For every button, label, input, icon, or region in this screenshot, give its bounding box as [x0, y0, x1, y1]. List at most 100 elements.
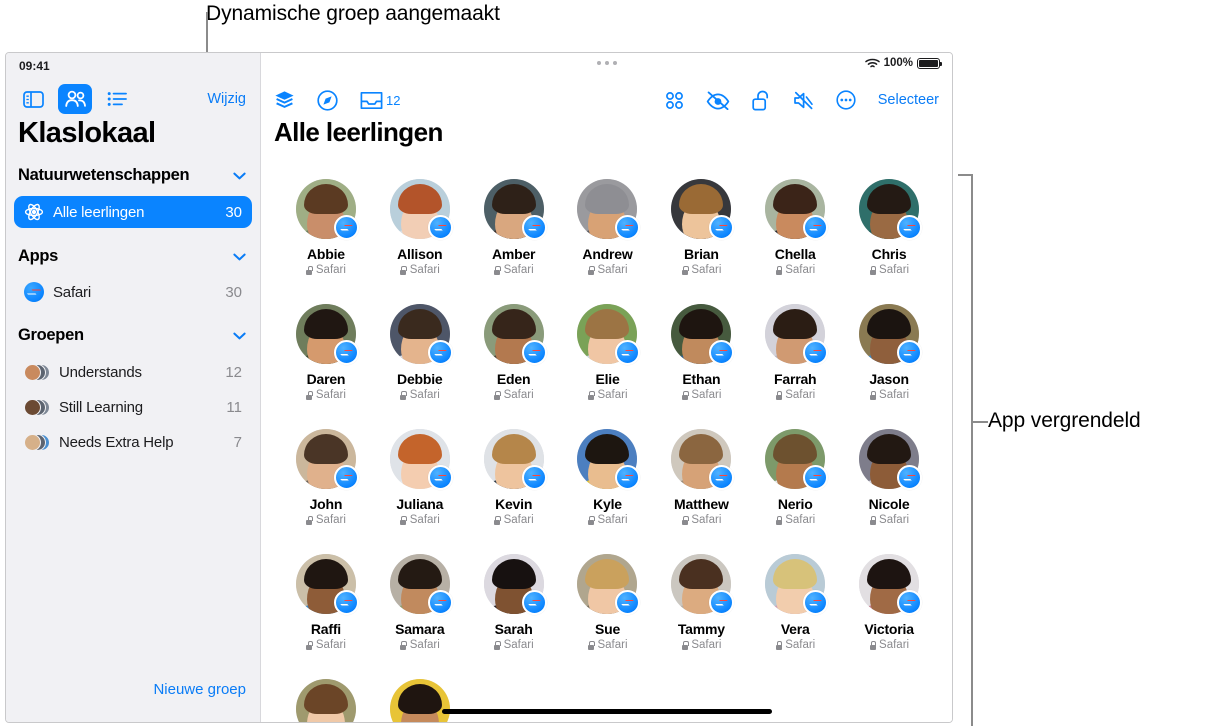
student-name: Nicole	[868, 496, 910, 512]
student-card[interactable]: Nerio Safari	[748, 429, 842, 526]
student-card[interactable]: Kevin Safari	[467, 429, 561, 526]
sidebar-item-understands[interactable]: Understands 12	[14, 356, 252, 388]
student-app-name: Safari	[879, 514, 910, 526]
inbox-button[interactable]: 12	[360, 91, 400, 110]
avatar-wrapper	[765, 304, 829, 365]
student-card[interactable]: Tammy Safari	[654, 554, 748, 651]
wifi-icon	[864, 58, 880, 67]
callout-label-app-locked: App vergrendeld	[988, 409, 1141, 432]
student-name: Abbie	[306, 246, 345, 262]
avatar-wrapper	[671, 179, 735, 240]
student-card[interactable]: Vera Safari	[748, 554, 842, 651]
student-card[interactable]: John Safari	[279, 429, 373, 526]
sidebar-edit-button[interactable]: Wijzig	[207, 91, 250, 107]
student-app-name: Safari	[597, 264, 628, 276]
grid-view-button[interactable]	[665, 91, 684, 110]
student-app-name: Safari	[315, 639, 346, 651]
new-group-button[interactable]: Nieuwe groep	[153, 681, 246, 698]
student-card[interactable]	[279, 679, 373, 722]
student-card[interactable]: Sarah Safari	[467, 554, 561, 651]
student-card[interactable]: Ethan Safari	[654, 304, 748, 401]
student-app-name: Safari	[315, 264, 346, 276]
student-card[interactable]: Elie Safari	[561, 304, 655, 401]
mute-button[interactable]	[793, 91, 814, 110]
student-card[interactable]: Chris Safari	[842, 179, 936, 276]
safari-app-badge-icon	[427, 590, 453, 615]
student-card[interactable]: Sue Safari	[561, 554, 655, 651]
student-card[interactable]: Raffi Safari	[279, 554, 373, 651]
sidebar-item-safari[interactable]: Safari 30	[14, 276, 252, 308]
student-card[interactable]: Amber Safari	[467, 179, 561, 276]
avatar-wrapper	[577, 429, 641, 490]
sidebar-section-title: Apps	[18, 247, 59, 265]
avatar-wrapper	[671, 304, 735, 365]
safari-app-badge-icon	[521, 215, 547, 240]
student-card[interactable]: Abbie Safari	[279, 179, 373, 276]
avatar-wrapper	[859, 304, 923, 365]
avatar-wrapper	[859, 429, 923, 490]
student-name: Kevin	[495, 496, 533, 512]
student-card[interactable]: Allison Safari	[373, 179, 467, 276]
student-card[interactable]	[373, 679, 467, 722]
chevron-down-icon[interactable]	[233, 250, 246, 263]
sidebar-item-needs-extra-help[interactable]: Needs Extra Help 7	[14, 426, 252, 458]
student-card[interactable]: Juliana Safari	[373, 429, 467, 526]
student-name: Sarah	[494, 621, 533, 637]
speaker-mute-icon	[793, 91, 813, 109]
student-card[interactable]: Kyle Safari	[561, 429, 655, 526]
chevron-down-icon[interactable]	[233, 329, 246, 342]
layers-button[interactable]	[274, 90, 295, 110]
sidebar-toggle-icon	[22, 90, 44, 108]
chevron-down-icon[interactable]	[233, 169, 246, 182]
student-name: Chella	[774, 246, 816, 262]
main-toolbar: 12 Selecteer	[261, 81, 952, 119]
status-bar-time: 09:41	[19, 59, 50, 73]
main-toolbar-right: Selecteer	[665, 90, 939, 111]
student-app-name: Safari	[503, 639, 534, 651]
student-app-status: Safari	[400, 264, 440, 276]
safari-app-badge-icon	[333, 465, 359, 490]
sidebar-item-alle-leerlingen[interactable]: Alle leerlingen 30	[14, 196, 252, 228]
student-name: Victoria	[864, 621, 914, 637]
sidebar-toggle-button[interactable]	[16, 84, 50, 114]
student-card[interactable]: Daren Safari	[279, 304, 373, 401]
student-name: Farrah	[774, 371, 817, 387]
sidebar-item-still-learning[interactable]: Still Learning 11	[14, 391, 252, 423]
more-options-button[interactable]	[836, 90, 856, 110]
sidebar-people-button[interactable]	[58, 84, 92, 114]
main-panel: 100% 12 Selecteer Alle leerlingen Abbie …	[261, 53, 952, 722]
student-card[interactable]: Nicole Safari	[842, 429, 936, 526]
safari-app-badge-icon	[427, 215, 453, 240]
sidebar-list-button[interactable]	[100, 84, 134, 114]
student-card[interactable]: Debbie Safari	[373, 304, 467, 401]
sidebar: 09:41 Wijzig Klaslokaal Natuurwetenschap…	[6, 53, 261, 722]
sidebar-section-header-class[interactable]: Natuurwetenschappen	[18, 166, 246, 185]
student-app-name: Safari	[879, 264, 910, 276]
window-grabber-handle[interactable]	[596, 61, 617, 65]
safari-app-badge-icon	[427, 465, 453, 490]
student-card[interactable]: Samara Safari	[373, 554, 467, 651]
student-card[interactable]: Matthew Safari	[654, 429, 748, 526]
student-app-name: Safari	[691, 639, 722, 651]
student-card[interactable]: Jason Safari	[842, 304, 936, 401]
safari-app-badge-icon	[521, 465, 547, 490]
student-card[interactable]: Victoria Safari	[842, 554, 936, 651]
lock-icon	[775, 390, 783, 400]
sidebar-section-header-groups[interactable]: Groepen	[18, 326, 246, 345]
safari-app-button[interactable]	[317, 89, 338, 111]
sidebar-section-header-apps[interactable]: Apps	[18, 247, 246, 266]
student-card[interactable]: Eden Safari	[467, 304, 561, 401]
lock-icon	[587, 390, 595, 400]
hide-screen-button[interactable]	[706, 90, 730, 110]
sidebar-section-title: Groepen	[18, 326, 84, 344]
student-card[interactable]: Brian Safari	[654, 179, 748, 276]
student-app-status: Safari	[494, 389, 534, 401]
lock-app-button[interactable]	[752, 90, 771, 111]
student-card[interactable]: Chella Safari	[748, 179, 842, 276]
sidebar-item-label: Still Learning	[59, 398, 143, 416]
sidebar-item-label: Needs Extra Help	[59, 433, 174, 451]
select-button[interactable]: Selecteer	[878, 92, 939, 108]
student-card[interactable]: Andrew Safari	[561, 179, 655, 276]
student-card[interactable]: Farrah Safari	[748, 304, 842, 401]
avatar-wrapper	[483, 554, 547, 615]
